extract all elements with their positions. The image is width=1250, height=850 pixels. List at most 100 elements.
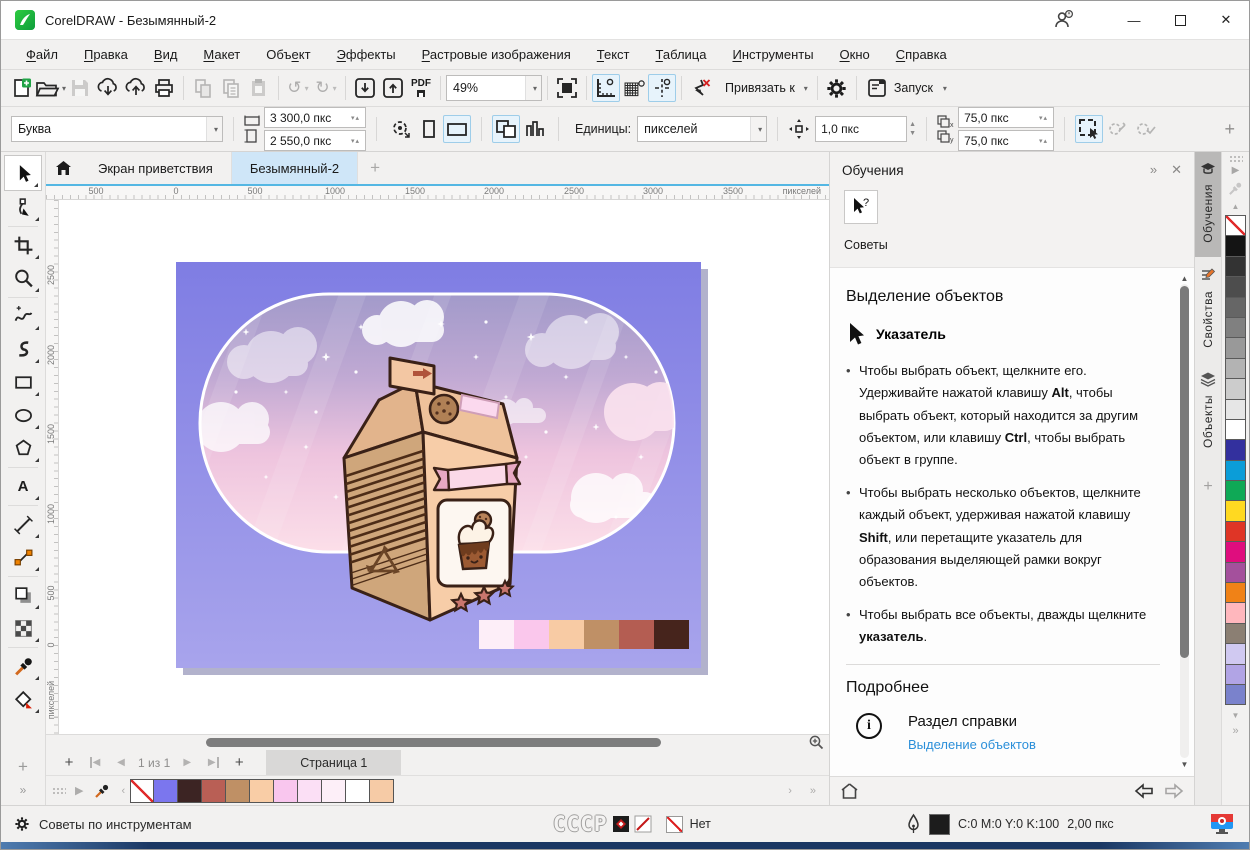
menu-макет[interactable]: Макет (190, 42, 253, 67)
docker-tab-properties[interactable]: Свойства (1195, 257, 1222, 362)
home-tab[interactable] (46, 152, 80, 184)
docker-scrollbar[interactable]: ▲ ▼ (1178, 272, 1191, 770)
palette-swatch[interactable] (1225, 460, 1246, 481)
color-palette-scroll-down[interactable]: ▼ (1232, 708, 1240, 723)
export-button[interactable] (379, 74, 407, 102)
menu-правка[interactable]: Правка (71, 42, 141, 67)
horizontal-scrollbar[interactable] (46, 734, 829, 750)
docker-tab-objects[interactable]: Объекты (1195, 361, 1222, 462)
palette-scroll-left[interactable]: ‹ (116, 785, 130, 797)
palette-swatch[interactable] (1225, 623, 1246, 644)
palette-swatch[interactable] (1225, 562, 1246, 583)
palette-swatch[interactable] (1225, 215, 1246, 236)
new-document-button[interactable] (7, 74, 35, 102)
menu-вид[interactable]: Вид (141, 42, 191, 67)
previous-page-button[interactable]: ◀ (108, 757, 134, 768)
palette-expand[interactable]: » (805, 785, 821, 797)
document-palette-swatch[interactable] (130, 779, 154, 803)
paste-button[interactable] (245, 74, 273, 102)
zoom-fit-button[interactable] (803, 735, 829, 750)
artistic-media-tool[interactable] (4, 333, 42, 366)
document-palette-swatch[interactable] (370, 779, 394, 803)
whats-this-button[interactable]: ? (844, 190, 878, 224)
show-rulers-button[interactable] (592, 74, 620, 102)
add-page-button-right[interactable]: + (226, 754, 252, 771)
treat-as-filled-toggle[interactable] (1075, 115, 1103, 143)
tab-untitled-2[interactable]: Безымянный-2 (232, 152, 358, 184)
copy-button[interactable] (217, 74, 245, 102)
first-page-button[interactable]: ◀ (82, 757, 108, 768)
shape-tool[interactable] (4, 191, 42, 224)
nudge-input[interactable]: 1,0 пкс (815, 116, 907, 142)
palette-swatch[interactable] (1225, 317, 1246, 338)
units-dropdown[interactable]: ▾ (750, 117, 766, 141)
hints-forward-icon[interactable] (1164, 783, 1184, 799)
drawing-canvas[interactable] (59, 200, 829, 734)
dimension-tool[interactable] (4, 508, 42, 541)
palette-eyedropper-icon[interactable] (94, 783, 110, 799)
palette-scroll-right[interactable]: › (783, 785, 797, 797)
snap-to-dropdown[interactable]: Привязать к ▾ (715, 74, 812, 102)
edit-anchored-object-button[interactable] (1103, 115, 1131, 143)
palette-swatch[interactable] (1225, 480, 1246, 501)
save-to-cloud-button[interactable] (122, 74, 150, 102)
hints-home-icon[interactable] (840, 782, 859, 800)
palette-swatch[interactable] (1225, 419, 1246, 440)
show-guidelines-button[interactable] (648, 74, 676, 102)
document-palette-swatch[interactable] (226, 779, 250, 803)
rectangle-tool[interactable] (4, 366, 42, 399)
horizontal-scrollbar-thumb[interactable] (206, 738, 661, 747)
palette-swatch[interactable] (1225, 378, 1246, 399)
palette-swatch[interactable] (1225, 297, 1246, 318)
status-options-gear-icon[interactable] (13, 815, 31, 833)
next-page-button[interactable]: ▶ (174, 757, 200, 768)
menu-растровые-изображения[interactable]: Растровые изображения (409, 42, 584, 67)
scroll-up-arrow[interactable]: ▲ (1178, 272, 1191, 284)
duplicate-x-input[interactable]: 75,0 пкс▾▴ (958, 107, 1054, 128)
vertical-ruler[interactable]: 25002000150010005000пикселей (46, 200, 59, 734)
color-palette-scroll-up[interactable]: ▲ (1232, 199, 1240, 214)
page-size-dropdown[interactable]: ▾ (206, 117, 222, 141)
document-palette-swatch[interactable] (202, 779, 226, 803)
snap-options-button[interactable] (387, 115, 415, 143)
palette-swatch[interactable] (1225, 439, 1246, 460)
drop-shadow-tool[interactable] (4, 579, 42, 612)
color-palette-eyedropper-icon[interactable] (1228, 181, 1243, 196)
docker-close-icon[interactable]: ✕ (1171, 162, 1182, 178)
palette-flyout-arrow[interactable]: ▶ (70, 784, 88, 797)
palette-swatch[interactable] (1225, 643, 1246, 664)
menu-эффекты[interactable]: Эффекты (324, 42, 409, 67)
menu-окно[interactable]: Окно (827, 42, 883, 67)
redo-button[interactable]: ↻▾ (312, 74, 340, 102)
document-palette-swatch[interactable] (250, 779, 274, 803)
color-palette-drag-handle[interactable] (1229, 155, 1243, 163)
menu-инструменты[interactable]: Инструменты (719, 42, 826, 67)
palette-swatch[interactable] (1225, 337, 1246, 358)
tab-welcome-screen[interactable]: Экран приветствия (80, 152, 232, 184)
launcher-dropdown[interactable]: Запуск ▾ (862, 74, 951, 102)
current-page-button[interactable] (520, 115, 548, 143)
portrait-orientation-button[interactable] (415, 115, 443, 143)
snap-off-button[interactable] (687, 74, 715, 102)
transparency-tool[interactable] (4, 612, 42, 645)
color-eyedropper-tool[interactable] (4, 650, 42, 683)
palette-swatch[interactable] (1225, 256, 1246, 277)
options-button[interactable] (823, 74, 851, 102)
document-palette-swatch[interactable] (178, 779, 202, 803)
palette-swatch[interactable] (1225, 684, 1246, 705)
document-palette-swatch[interactable] (298, 779, 322, 803)
landscape-orientation-button[interactable] (443, 115, 471, 143)
horizontal-ruler[interactable]: 5000500100015002000250030003500пикселей (46, 186, 829, 200)
menu-справка[interactable]: Справка (883, 42, 960, 67)
hints-back-icon[interactable] (1134, 783, 1154, 799)
open-from-cloud-button[interactable] (94, 74, 122, 102)
page-height-input[interactable]: 2 550,0 пкс▾▴ (264, 130, 366, 151)
document-palette-swatch[interactable] (274, 779, 298, 803)
artwork-milk-carton-illustration[interactable] (176, 262, 708, 675)
document-palette-swatch[interactable] (322, 779, 346, 803)
palette-swatch[interactable] (1225, 582, 1246, 603)
ellipse-tool[interactable] (4, 399, 42, 432)
units-combo[interactable]: пикселей ▾ (637, 116, 767, 142)
color-palette-expand[interactable]: » (1232, 723, 1238, 738)
document-palette-swatch[interactable] (154, 779, 178, 803)
